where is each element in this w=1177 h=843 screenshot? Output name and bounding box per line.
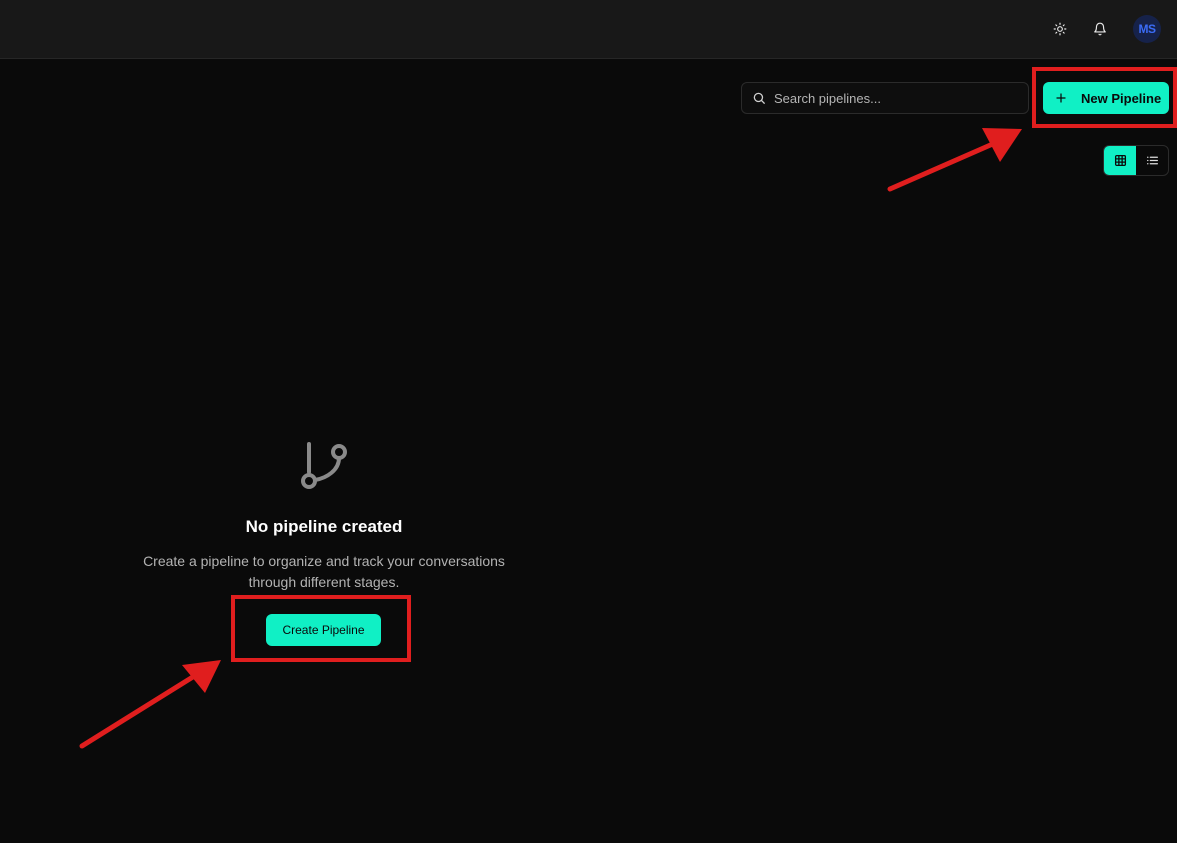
sun-icon[interactable] <box>1050 19 1070 39</box>
grid-view-button[interactable] <box>1104 146 1136 175</box>
list-view-button[interactable] <box>1136 146 1168 175</box>
annotation-arrows <box>79 128 1022 749</box>
bell-icon[interactable] <box>1090 19 1110 39</box>
search-input[interactable] <box>774 90 1014 106</box>
user-avatar[interactable]: MS <box>1133 15 1161 43</box>
empty-state-description: Create a pipeline to organize and track … <box>124 551 524 593</box>
empty-state-description-line-1: Create a pipeline to organize and track … <box>143 553 505 569</box>
search-field[interactable] <box>741 82 1029 114</box>
avatar-initials: MS <box>1138 22 1157 36</box>
annotation-highlight-new-pipeline <box>1032 67 1177 128</box>
annotation-arrow-bottom <box>79 660 221 749</box>
empty-state-title: No pipeline created <box>245 517 403 536</box>
empty-state-description-line-2: through different stages. <box>248 574 400 590</box>
git-branch-icon <box>301 442 347 489</box>
list-icon <box>1146 156 1158 165</box>
view-toggle <box>1103 145 1169 176</box>
annotation-arrow-top <box>887 128 1022 192</box>
annotation-highlight-create-pipeline <box>231 595 411 662</box>
grid-icon <box>1114 154 1126 167</box>
search-icon <box>753 92 765 104</box>
top-bar: MS <box>0 0 1177 59</box>
